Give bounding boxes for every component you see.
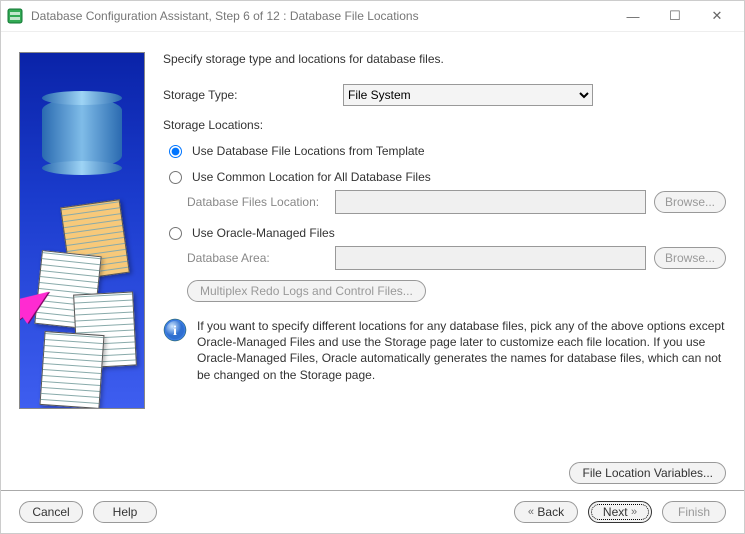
wizard-graphic bbox=[19, 52, 145, 409]
back-button[interactable]: « Back bbox=[514, 501, 578, 523]
maximize-button[interactable]: ☐ bbox=[654, 2, 696, 30]
radio-template[interactable]: Use Database File Locations from Templat… bbox=[169, 144, 726, 158]
footer: Cancel Help « Back Next » Finish bbox=[1, 490, 744, 533]
browse-button-omf[interactable]: Browse... bbox=[654, 247, 726, 269]
info-text: If you want to specify different locatio… bbox=[197, 318, 726, 383]
minimize-button[interactable]: — bbox=[612, 2, 654, 30]
db-area-label: Database Area: bbox=[187, 251, 327, 265]
info-icon: i bbox=[163, 318, 187, 342]
page-instruction: Specify storage type and locations for d… bbox=[163, 52, 726, 66]
radio-omf-label: Use Oracle-Managed Files bbox=[192, 226, 335, 240]
window-controls: — ☐ ✕ bbox=[612, 2, 738, 30]
storage-type-row: Storage Type: File System bbox=[163, 84, 726, 106]
radio-omf[interactable]: Use Oracle-Managed Files bbox=[169, 226, 726, 240]
db-area-input bbox=[335, 246, 646, 270]
info-row: i If you want to specify different locat… bbox=[163, 318, 726, 383]
db-files-location-row: Database Files Location: Browse... bbox=[187, 190, 726, 214]
chevron-left-icon: « bbox=[528, 506, 534, 518]
storage-locations-label: Storage Locations: bbox=[163, 118, 726, 132]
window-title: Database Configuration Assistant, Step 6… bbox=[31, 9, 612, 23]
next-button[interactable]: Next » bbox=[588, 501, 652, 523]
back-button-label: Back bbox=[537, 505, 564, 519]
window-root: Database Configuration Assistant, Step 6… bbox=[0, 0, 745, 534]
file-location-vars-row: File Location Variables... bbox=[1, 456, 744, 484]
document-icon bbox=[39, 331, 104, 409]
app-icon bbox=[7, 8, 23, 24]
chevron-right-icon: » bbox=[631, 506, 637, 518]
cancel-button[interactable]: Cancel bbox=[19, 501, 83, 523]
db-files-location-label: Database Files Location: bbox=[187, 195, 327, 209]
browse-button-common[interactable]: Browse... bbox=[654, 191, 726, 213]
storage-type-select[interactable]: File System bbox=[343, 84, 593, 106]
db-area-row: Database Area: Browse... bbox=[187, 246, 726, 270]
radio-template-input[interactable] bbox=[169, 145, 182, 158]
main-panel: Specify storage type and locations for d… bbox=[163, 52, 726, 456]
radio-template-label: Use Database File Locations from Templat… bbox=[192, 144, 425, 158]
radio-common[interactable]: Use Common Location for All Database Fil… bbox=[169, 170, 726, 184]
database-cylinder-icon bbox=[42, 98, 122, 168]
db-files-location-input bbox=[335, 190, 646, 214]
finish-button[interactable]: Finish bbox=[662, 501, 726, 523]
file-location-variables-button[interactable]: File Location Variables... bbox=[569, 462, 726, 484]
close-button[interactable]: ✕ bbox=[696, 2, 738, 30]
next-button-label: Next bbox=[603, 505, 628, 519]
storage-type-label: Storage Type: bbox=[163, 88, 343, 102]
radio-common-label: Use Common Location for All Database Fil… bbox=[192, 170, 431, 184]
multiplex-button[interactable]: Multiplex Redo Logs and Control Files... bbox=[187, 280, 426, 302]
titlebar: Database Configuration Assistant, Step 6… bbox=[1, 1, 744, 32]
radio-common-input[interactable] bbox=[169, 171, 182, 184]
help-button[interactable]: Help bbox=[93, 501, 157, 523]
svg-text:i: i bbox=[173, 324, 177, 339]
content-area: Specify storage type and locations for d… bbox=[1, 32, 744, 456]
radio-omf-input[interactable] bbox=[169, 227, 182, 240]
